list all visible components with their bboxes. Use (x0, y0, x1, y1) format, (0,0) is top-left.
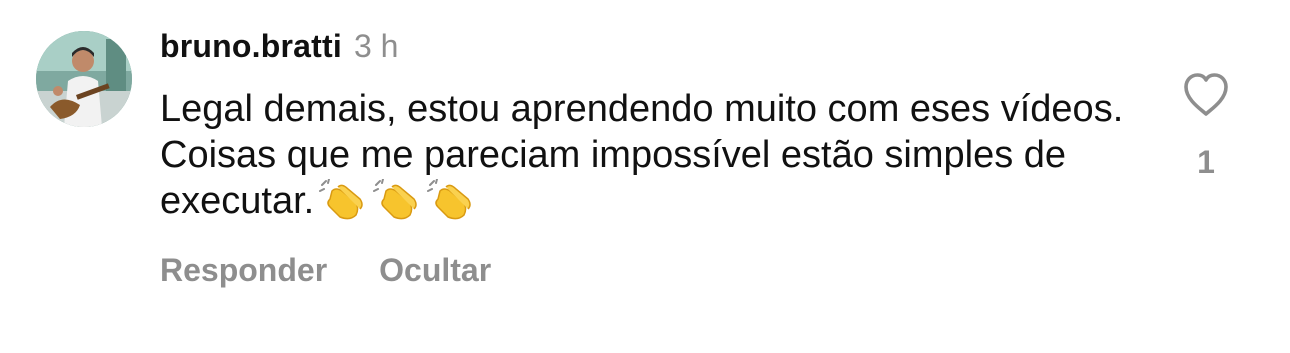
hide-button[interactable]: Ocultar (379, 252, 491, 289)
like-count: 1 (1197, 144, 1215, 180)
clapping-hands-icon (372, 179, 422, 221)
avatar[interactable] (36, 31, 132, 127)
clapping-hands-icon (426, 179, 476, 221)
avatar-image (36, 31, 132, 127)
clapping-hands-icon (318, 179, 368, 221)
comment-header: bruno.bratti 3 h (160, 28, 1150, 72)
heart-outline-icon (1184, 73, 1228, 116)
like-button[interactable] (1182, 72, 1230, 118)
timestamp: 3 h (353, 28, 399, 64)
comment-item: bruno.bratti 3 h Legal demais, estou apr… (0, 0, 1290, 353)
comment-text: Legal demais, estou aprendendo muito com… (160, 88, 1124, 222)
comment-body: bruno.bratti 3 h Legal demais, estou apr… (160, 28, 1150, 224)
reply-button[interactable]: Responder (160, 252, 327, 289)
comment-text-block: Legal demais, estou aprendendo muito com… (160, 86, 1150, 224)
comment-actions: Responder Ocultar (160, 252, 491, 289)
username[interactable]: bruno.bratti (160, 28, 342, 65)
